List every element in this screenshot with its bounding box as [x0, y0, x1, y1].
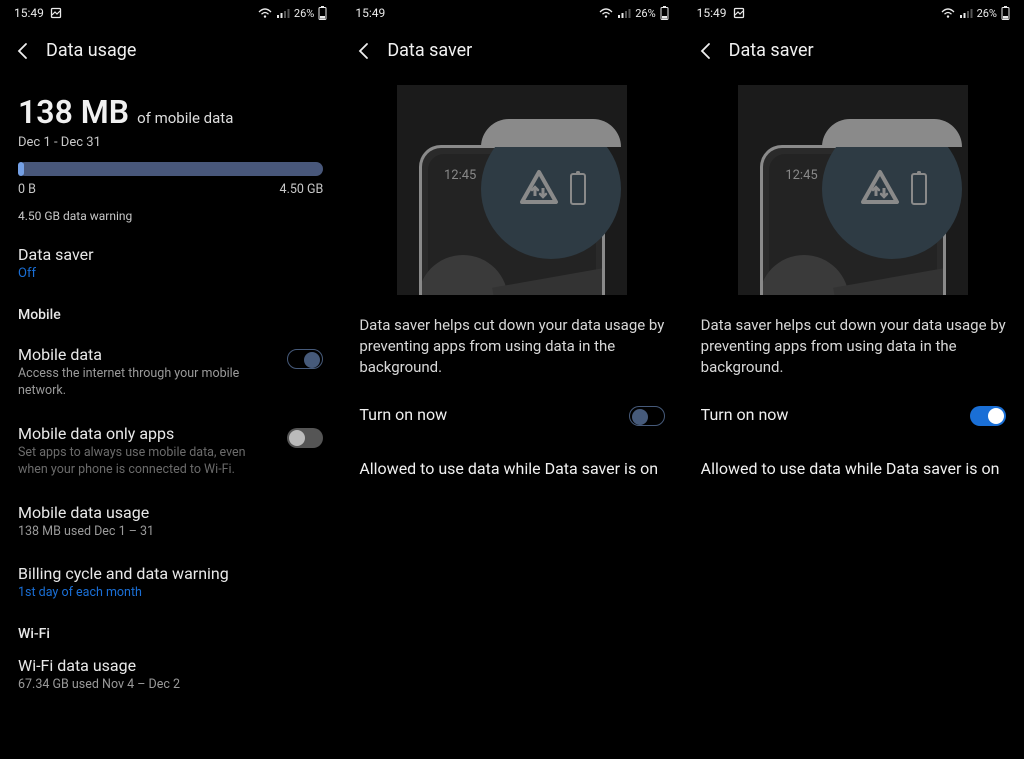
wifi-usage-desc: 67.34 GB used Nov 4 – Dec 2: [18, 677, 323, 694]
battery-icon: [1001, 6, 1010, 20]
signal-icon: [617, 8, 631, 19]
only-apps-toggle: [287, 428, 323, 448]
data-saver-description: Data saver helps cut down your data usag…: [359, 295, 664, 378]
turn-on-now-label: Turn on now: [359, 405, 447, 424]
back-icon[interactable]: [355, 42, 373, 60]
status-battery-pct: 26%: [977, 7, 997, 20]
signal-icon: [276, 8, 290, 19]
data-saver-status: Off: [18, 266, 323, 281]
page-title: Data saver: [387, 40, 472, 61]
screenshot-icon: [733, 7, 745, 19]
bar-min: 0 B: [18, 182, 36, 197]
header: Data saver: [683, 24, 1024, 77]
header: Data saver: [341, 24, 682, 77]
battery-mini-icon: [911, 173, 927, 205]
turn-on-now-label: Turn on now: [701, 405, 789, 424]
data-saver-row[interactable]: Data saver Off: [18, 223, 323, 293]
back-icon[interactable]: [697, 42, 715, 60]
turn-on-now-row[interactable]: Turn on now: [359, 378, 664, 426]
illustration-time: 12:45: [444, 168, 476, 183]
status-battery-pct: 26%: [294, 7, 314, 20]
page-title: Data saver: [729, 40, 814, 61]
page-title: Data usage: [46, 40, 136, 61]
data-saver-title: Data saver: [18, 245, 323, 264]
allowed-apps-row[interactable]: Allowed to use data while Data saver is …: [701, 426, 1006, 480]
usage-period: Dec 1 - Dec 31: [18, 135, 323, 150]
allowed-apps-row[interactable]: Allowed to use data while Data saver is …: [359, 426, 664, 480]
data-warning-text: 4.50 GB data warning: [18, 209, 323, 223]
screen-data-usage: 15:49 26% Data usage 138 MB of mobile da…: [0, 0, 341, 759]
status-time: 15:49: [697, 6, 727, 20]
mobile-data-desc: Access the internet through your mobile …: [18, 366, 271, 400]
billing-title: Billing cycle and data warning: [18, 564, 323, 583]
only-apps-desc: Set apps to always use mobile data, even…: [18, 445, 271, 479]
mobile-data-row[interactable]: Mobile data Access the internet through …: [18, 333, 323, 412]
status-bar: 15:49 26%: [341, 0, 682, 24]
section-wifi: Wi-Fi: [18, 612, 323, 652]
bar-max: 4.50 GB: [280, 182, 324, 197]
billing-cycle-row[interactable]: Billing cycle and data warning 1st day o…: [18, 552, 323, 612]
turn-on-now-row[interactable]: Turn on now: [701, 378, 1006, 426]
data-saver-description: Data saver helps cut down your data usag…: [701, 295, 1006, 378]
turn-on-now-toggle[interactable]: [970, 406, 1006, 426]
only-apps-title: Mobile data only apps: [18, 424, 271, 443]
illustration-time: 12:45: [785, 168, 817, 183]
screen-data-saver-on: 15:49 26% Data saver 12:45: [683, 0, 1024, 759]
status-bar: 15:49 26%: [0, 0, 341, 24]
usage-bar[interactable]: 0 B 4.50 GB: [18, 162, 323, 197]
status-bar: 15:49 26%: [683, 0, 1024, 24]
data-saver-triangle-icon: [857, 166, 903, 212]
battery-mini-icon: [570, 173, 586, 205]
usage-amount: 138 MB: [18, 93, 129, 131]
wifi-usage-row[interactable]: Wi-Fi data usage 67.34 GB used Nov 4 – D…: [18, 652, 323, 706]
status-time: 15:49: [14, 6, 44, 20]
billing-desc: 1st day of each month: [18, 585, 323, 600]
data-saver-illustration: 12:45: [397, 85, 627, 295]
mobile-data-title: Mobile data: [18, 345, 271, 364]
screen-data-saver-off: 15:49 26% Data saver 12:45: [341, 0, 682, 759]
turn-on-now-toggle[interactable]: [629, 406, 665, 426]
header: Data usage: [0, 24, 341, 77]
status-battery-pct: 26%: [635, 7, 655, 20]
screenshot-icon: [50, 7, 62, 19]
status-time: 15:49: [355, 6, 385, 20]
wifi-icon: [258, 8, 272, 19]
battery-icon: [660, 6, 669, 20]
usage-summary: 138 MB of mobile data Dec 1 - Dec 31 0 B…: [18, 77, 323, 223]
mobile-data-toggle[interactable]: [287, 349, 323, 369]
wifi-icon: [599, 8, 613, 19]
mobile-usage-title: Mobile data usage: [18, 503, 323, 522]
battery-icon: [318, 6, 327, 20]
usage-suffix: of mobile data: [137, 109, 233, 127]
wifi-usage-title: Wi-Fi data usage: [18, 656, 323, 675]
wifi-icon: [941, 8, 955, 19]
mobile-usage-row[interactable]: Mobile data usage 138 MB used Dec 1 – 31: [18, 491, 323, 553]
data-saver-illustration: 12:45: [738, 85, 968, 295]
signal-icon: [959, 8, 973, 19]
mobile-usage-desc: 138 MB used Dec 1 – 31: [18, 524, 323, 541]
mobile-only-apps-row: Mobile data only apps Set apps to always…: [18, 412, 323, 491]
back-icon[interactable]: [14, 42, 32, 60]
data-saver-triangle-icon: [516, 166, 562, 212]
section-mobile: Mobile: [18, 293, 323, 333]
